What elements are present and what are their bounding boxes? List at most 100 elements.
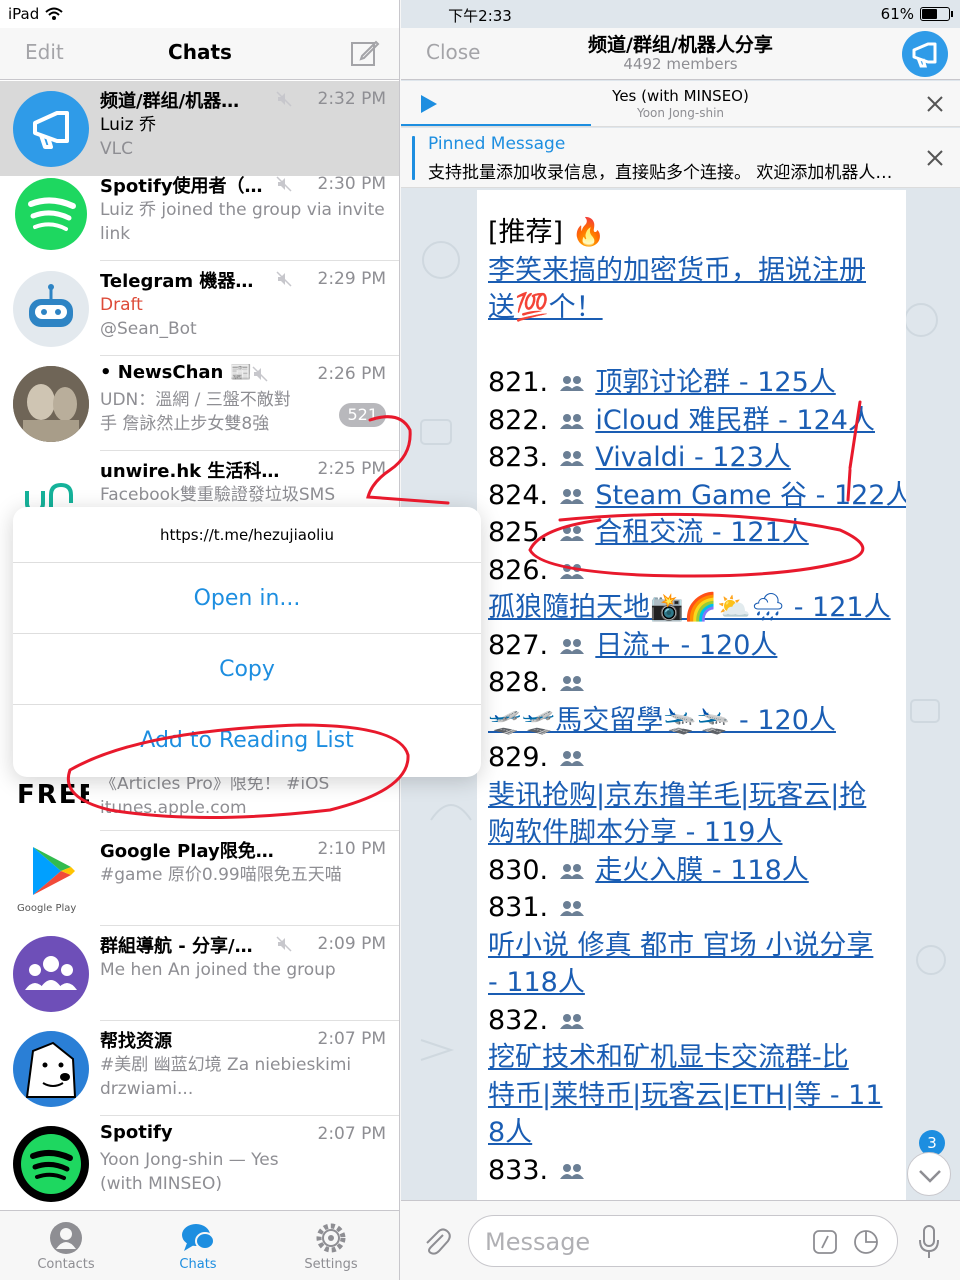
group-link[interactable]: Vivaldi - 123人 (595, 442, 791, 473)
compose-icon[interactable] (350, 38, 380, 68)
group-entry-line: 831. (488, 889, 906, 927)
member-count: 4492 members (623, 55, 738, 73)
group-entry-line: 824. Steam Game 谷 - 122人 (488, 477, 906, 515)
group-members-icon (559, 488, 584, 504)
group-entry-line: 822. iCloud 难民群 - 124人 (488, 402, 906, 440)
robot-avatar (13, 271, 89, 347)
chat-row-spotify-users[interactable]: Spotify使用者（… 2:30 PM Luiz 乔 joined the g… (0, 166, 399, 261)
promo-link[interactable]: 送💯个！ (488, 292, 603, 323)
chat-row-find-resources[interactable]: 帮找资源 2:07 PM #美剧 幽蓝幻境 Za niebieskimi drz… (0, 1021, 399, 1116)
group-entry-line: 833. (488, 1152, 906, 1190)
draft-label: Draft (100, 295, 143, 315)
music-player-bar[interactable]: Yes (with MINSEO) Yoon Jong-shin (401, 81, 960, 127)
status-bar: iPad 下午2:33 61% (0, 0, 960, 28)
chats-title: Chats (168, 40, 232, 64)
group-link[interactable]: 特币|莱特币|玩客云|ETH|等 - 11 (488, 1080, 883, 1111)
preview-text: #game 原价0.99喵限免五天喵 (100, 865, 342, 885)
open-in-button[interactable]: Open in... (13, 563, 481, 634)
preview-text: Me hen An joined the group (100, 960, 336, 980)
group-entry-line: 828. (488, 664, 906, 702)
chat-row-group-nav[interactable]: 群組導航 - 分享/… 2:09 PM Me hen An joined the… (0, 926, 399, 1021)
paperclip-icon[interactable] (421, 1225, 451, 1257)
chat-row-telegram-bots[interactable]: Telegram 機器… 2:29 PM Draft @Sean_Bot (0, 261, 399, 356)
group-entry-line: 特币|莱特币|玩客云|ETH|等 - 11 (488, 1077, 906, 1115)
group-link[interactable]: 斐讯抢购|京东撸羊毛|玩客云|抢 (488, 780, 866, 811)
scroll-to-bottom-button[interactable] (907, 1152, 951, 1196)
tab-settings[interactable]: Settings (281, 1211, 381, 1280)
group-link[interactable]: 日流+ - 120人 (595, 630, 777, 661)
chat-name: Google Play限免… (100, 841, 274, 862)
bot-command-icon[interactable] (813, 1230, 837, 1254)
group-link[interactable]: - 118人 (488, 967, 585, 998)
spotify-avatar (13, 176, 89, 252)
group-link[interactable]: 🛫🛫馬交留學🛬🛬 - 120人 (488, 705, 836, 736)
group-entry-line: 829. (488, 739, 906, 777)
group-entry-line: 825. 合租交流 - 121人 (488, 514, 906, 552)
close-icon[interactable] (926, 149, 944, 167)
channel-avatar[interactable] (902, 31, 948, 77)
group-members-icon (559, 1163, 584, 1179)
chat-row-newschan[interactable]: • NewsChan 📰 2:26 PM UDN：溫網 / 三盤不敵對 手 詹詠… (0, 356, 399, 451)
close-icon[interactable] (926, 95, 944, 113)
message-input-bar: Message (401, 1200, 960, 1280)
chat-preview: Me hen An joined the group (100, 958, 390, 982)
spotify-icon (21, 1134, 81, 1194)
group-entry-line: 832. (488, 1002, 906, 1040)
group-entry-line: 826. (488, 552, 906, 590)
group-link[interactable]: 顶郭讨论群 - 125人 (595, 367, 835, 398)
channel-navbar: Close 频道/群组/机器人分享 4492 members (401, 28, 960, 80)
mute-icon (252, 366, 268, 382)
group-link[interactable]: 孤狼隨拍天地📸🌈⛅🌧 - 121人 (488, 592, 891, 623)
entry-number: 826. (488, 554, 549, 586)
chat-row-channel-share[interactable]: 频道/群组/机器… 2:32 PM Luiz 乔 VLC (0, 81, 399, 176)
chat-bubbles-icon (182, 1224, 215, 1251)
group-link[interactable]: 挖矿技术和矿机显卡交流群-比 (488, 1042, 849, 1073)
message-input[interactable]: Message (468, 1215, 898, 1267)
chat-preview: #美剧 幽蓝幻境 Za niebieskimi drzwiami... (100, 1053, 390, 1101)
megaphone-icon (912, 42, 937, 68)
status-right: 61% (880, 5, 953, 23)
tab-label: Chats (179, 1257, 217, 1272)
group-link[interactable]: 购软件脚本分享 - 119人 (488, 817, 782, 848)
promo-link-line: 送💯个！ (488, 289, 906, 327)
battery-fill (922, 9, 937, 19)
sticker-icon[interactable] (853, 1229, 879, 1255)
group-link[interactable]: 8人 (488, 1117, 532, 1148)
chat-name: 帮找资源 (100, 1031, 172, 1052)
chat-time: 2:07 PM (317, 1029, 387, 1049)
preview-text: 手 詹詠然止步女雙8強 (100, 414, 270, 434)
preview-text: Luiz 乔 joined the group via invite (100, 200, 385, 220)
chat-preview: 《Articles Pro》限免！ #iOS itunes.apple.com (100, 772, 390, 820)
promo-link[interactable]: 李笑来搞的加密货币，据说注册 (488, 255, 866, 286)
chat-row-google-play[interactable]: Google Play Google Play限免… 2:10 PM #game… (0, 831, 399, 926)
newschan-avatar (13, 366, 89, 442)
microphone-icon[interactable] (918, 1225, 940, 1259)
unread-badge: 521 (339, 403, 386, 427)
group-members-icon (559, 638, 584, 654)
group-link[interactable]: 听小说 修真 都市 官场 小说分享 (488, 930, 873, 961)
preview-text: link (100, 224, 131, 244)
chat-preview: Luiz 乔 VLC (100, 113, 390, 161)
dog-avatar (13, 1031, 89, 1107)
tab-chats[interactable]: Chats (148, 1211, 248, 1280)
group-link[interactable]: 走火入膜 - 118人 (595, 855, 808, 886)
pinned-message-bar[interactable]: Pinned Message 支持批量添加收录信息，直接贴多个连接。 欢迎添加机… (401, 128, 960, 188)
chevron-down-icon (919, 1170, 941, 1183)
add-to-reading-list-button[interactable]: Add to Reading List (13, 705, 481, 776)
tab-contacts[interactable]: Contacts (16, 1211, 116, 1280)
preview-text: drzwiami... (100, 1079, 194, 1099)
channel-title[interactable]: 频道/群组/机器人分享 (401, 30, 960, 57)
entry-number: 825. (488, 517, 549, 548)
group-entry-line: 8人 (488, 1114, 906, 1152)
entry-number: 829. (488, 742, 549, 773)
group-link[interactable]: 合租交流 - 121人 (595, 517, 808, 548)
gear-icon (316, 1223, 346, 1253)
group-link[interactable]: Steam Game 谷 - 122人 (595, 480, 906, 511)
group-link[interactable]: iCloud 难民群 - 124人 (595, 405, 875, 436)
entry-number: 824. (488, 479, 549, 511)
battery-percent: 61% (880, 5, 914, 23)
group-members-icon (559, 1013, 584, 1029)
chat-name: 频道/群组/机器… (100, 91, 240, 112)
copy-button[interactable]: Copy (13, 634, 481, 705)
chat-row-spotify[interactable]: Spotify 2:07 PM Yoon Jong-shin — Yes (wi… (0, 1116, 399, 1211)
